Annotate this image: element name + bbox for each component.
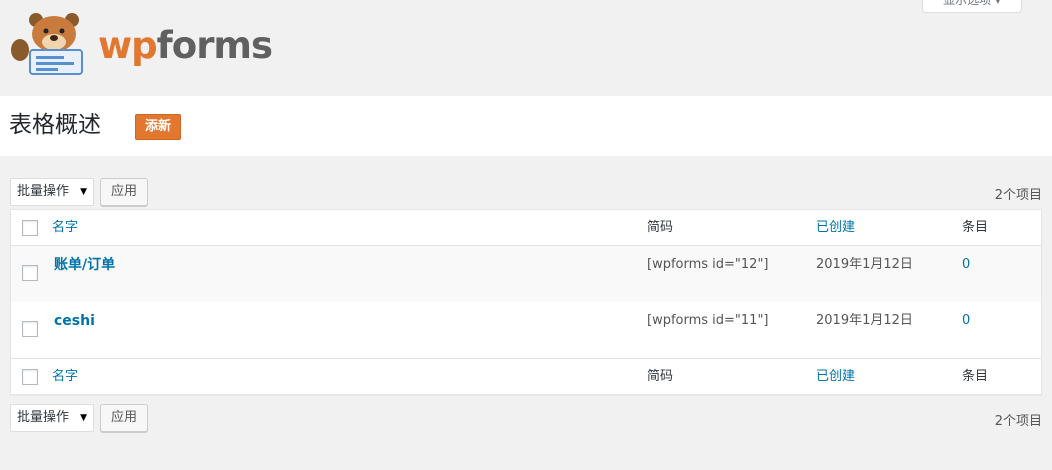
item-count-bottom: 2个项目 (994, 414, 1042, 429)
form-title-link[interactable]: ceshi (54, 312, 95, 330)
apply-button-bottom[interactable]: 应用 (100, 404, 148, 432)
header: wpforms 显示选项 ▾ (0, 0, 1052, 96)
tablenav-bottom: 批量操作 ▼ 应用 2个项目 (10, 404, 1042, 432)
table-header-row: 名字 简码 已创建 条目 (11, 210, 1041, 246)
column-header-name[interactable]: 名字 (52, 219, 78, 237)
column-header-created[interactable]: 已创建 (816, 219, 855, 237)
add-new-button[interactable]: 添新 (135, 114, 181, 140)
bulk-actions-label: 批量操作 (17, 410, 70, 425)
shortcode-cell: [wpforms id="12"] (647, 257, 769, 272)
table-row: 账单/订单 [wpforms id="12"] 2019年1月12日 0 (11, 246, 1041, 302)
forms-table: 名字 简码 已创建 条目 账单/订单 [wpforms id="12"] 201… (10, 209, 1042, 395)
bulk-actions-label: 批量操作 (17, 184, 70, 199)
table-row: ceshi [wpforms id="11"] 2019年1月12日 0 (11, 302, 1041, 358)
table-footer-row: 名字 简码 已创建 条目 (11, 358, 1041, 395)
row-checkbox[interactable] (22, 265, 38, 281)
entries-count-link[interactable]: 0 (962, 256, 970, 274)
column-footer-shortcode: 简码 (647, 369, 674, 384)
wpforms-wordmark: wpforms (98, 24, 273, 67)
row-checkbox[interactable] (22, 321, 38, 337)
wpforms-bear-logo-icon (11, 13, 83, 75)
item-count: 2个项目 (994, 188, 1042, 203)
select-all-checkbox-footer[interactable] (22, 369, 38, 385)
bulk-actions-select[interactable]: 批量操作 ▼ (10, 178, 94, 206)
column-header-shortcode: 简码 (647, 220, 674, 235)
bulk-actions-select-bottom[interactable]: 批量操作 ▼ (10, 404, 94, 432)
screen-options-button[interactable]: 显示选项 ▾ (922, 0, 1022, 13)
column-header-entries: 条目 (962, 220, 989, 235)
column-footer-entries: 条目 (962, 369, 989, 384)
entries-count-link[interactable]: 0 (962, 312, 970, 330)
title-band: 表格概述 添新 (0, 96, 1052, 156)
apply-button[interactable]: 应用 (100, 178, 148, 206)
column-footer-name[interactable]: 名字 (52, 368, 78, 386)
dropdown-arrow-icon: ▼ (80, 413, 87, 423)
tablenav-top: 批量操作 ▼ 应用 2个项目 (10, 178, 1042, 206)
page-title: 表格概述 (9, 112, 101, 138)
created-date-cell: 2019年1月12日 (816, 257, 913, 272)
column-footer-created[interactable]: 已创建 (816, 368, 855, 386)
shortcode-cell: [wpforms id="11"] (647, 313, 769, 328)
select-all-checkbox[interactable] (22, 220, 38, 236)
form-title-link[interactable]: 账单/订单 (54, 256, 115, 274)
created-date-cell: 2019年1月12日 (816, 313, 913, 328)
dropdown-arrow-icon: ▼ (80, 187, 87, 197)
